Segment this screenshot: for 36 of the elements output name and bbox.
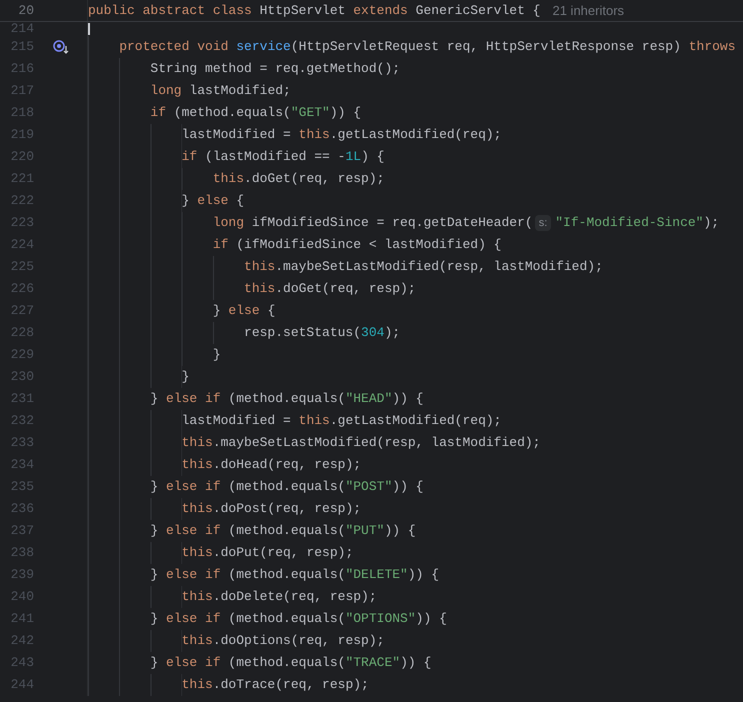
code-text: if (lastModified == -1L) { (182, 148, 384, 166)
code-text: lastModified = this.getLastModified(req); (182, 126, 502, 144)
code-text: this.doPut(req, resp); (182, 544, 354, 562)
code-text: this.doOptions(req, resp); (182, 632, 384, 650)
code-text: } (212, 346, 221, 364)
code-text: this.doDelete(req, resp); (182, 588, 377, 606)
code-text: protected void service(HttpServletRequest req, HttpServletResponse resp) throws (119, 38, 736, 56)
code-text: } else if (method.equals("TRACE")) { (150, 654, 432, 672)
code-text: if (ifModifiedSince < lastModified) { (212, 236, 502, 254)
code-text: } else if (method.equals("PUT")) { (150, 522, 416, 540)
code-text: public abstract class HttpServlet extends GenericServlet { (88, 2, 540, 20)
code-text: this.doGet(req, resp); (244, 280, 416, 298)
code-text: } (182, 368, 190, 386)
code-text: } else if (method.equals("OPTIONS")) { (150, 610, 447, 628)
code-text: "If-Modified-Since"); (555, 214, 720, 232)
code-text: this.maybeSetLastModified(resp, lastModified); (244, 258, 603, 276)
code-text: lastModified = this.getLastModified(req); (182, 412, 502, 430)
circle-arrow-icon[interactable] (52, 40, 68, 54)
code-text: this.doPost(req, resp); (182, 500, 362, 518)
parameter-hint: s: (534, 215, 552, 231)
code-text: this.doTrace(req, resp); (182, 676, 369, 694)
code-text: long ifModifiedSince = req.getDateHeader( (212, 214, 533, 232)
code-text: } else if (method.equals("DELETE")) { (150, 566, 440, 584)
code-text: this.doGet(req, resp); (212, 170, 384, 188)
code-text: long lastModified; (150, 82, 291, 100)
code-text: } else { (182, 192, 244, 210)
inheritors-hint: 21 inheritors (552, 2, 624, 20)
code-text: resp.setStatus(304); (244, 324, 400, 342)
code-text: String method = req.getMethod(); (150, 60, 400, 78)
code-text: this.maybeSetLastModified(resp, lastModified); (182, 434, 540, 452)
code-text: if (method.equals("GET")) { (150, 104, 362, 122)
code-text: } else { (212, 302, 276, 320)
code-text: this.doHead(req, resp); (182, 456, 362, 474)
line-number: 20 (17, 2, 34, 20)
code-text: } else if (method.equals("POST")) { (150, 478, 424, 496)
code-text: } else if (method.equals("HEAD")) { (150, 390, 424, 408)
